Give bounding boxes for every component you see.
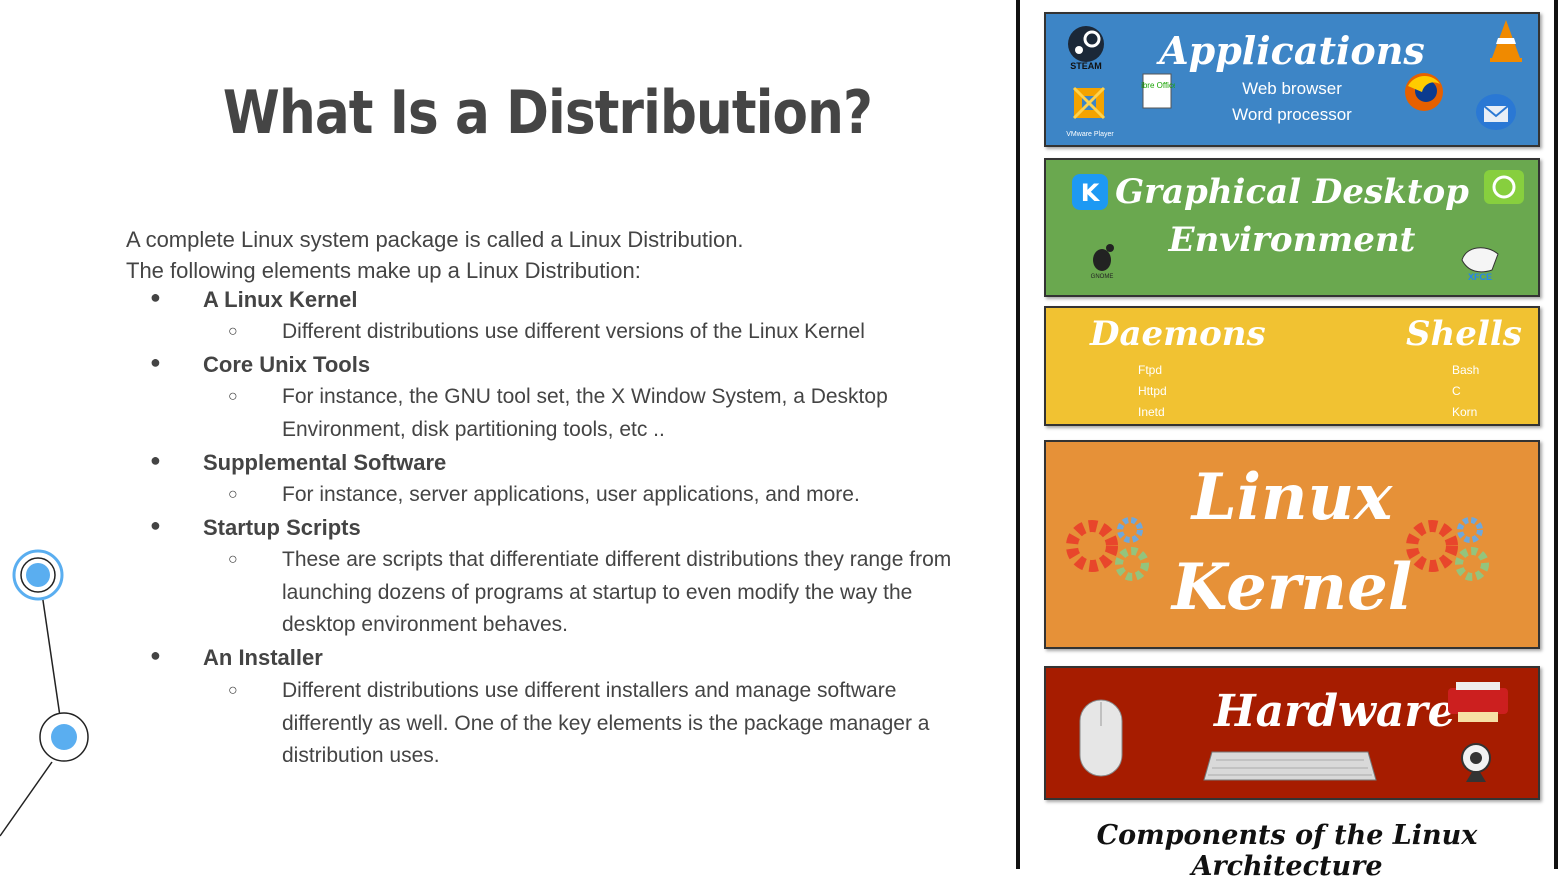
mint-icon xyxy=(1484,170,1524,204)
sub-item-text: desktop environment behaves. xyxy=(282,613,569,636)
shell-item: Korn xyxy=(1452,405,1478,419)
applications-layer: Applications Web browser Word processor … xyxy=(1044,12,1540,147)
sub-item-text: distribution uses. xyxy=(282,744,440,767)
kde-icon: K xyxy=(1072,174,1108,210)
sub-bullet-glyph: ○ xyxy=(228,682,238,699)
shells-list: Bash C Korn xyxy=(1452,360,1479,423)
hardware-title: Hardware xyxy=(1214,686,1456,737)
steam-icon-label: STEAM xyxy=(1070,61,1102,70)
gnome-icon-label: GNOME xyxy=(1091,274,1114,280)
intro-text: A complete Linux system package is calle… xyxy=(126,224,986,286)
sub-bullet-glyph: ○ xyxy=(228,486,238,503)
firefox-icon xyxy=(1405,73,1443,111)
bullet-glyph: ● xyxy=(150,515,161,535)
gears-icon xyxy=(1066,517,1149,581)
page-title: What Is a Distribution? xyxy=(222,78,873,148)
sub-item-text: These are scripts that differentiate dif… xyxy=(282,548,952,571)
sub-item-text: For instance, the GNU tool set, the X Wi… xyxy=(282,385,888,408)
daemon-item: Inetd xyxy=(1138,405,1165,419)
bullet-glyph: ● xyxy=(150,287,161,307)
intro-line: A complete Linux system package is calle… xyxy=(126,227,744,252)
xfce-icon: XFCE xyxy=(1461,247,1499,282)
daemons-title: Daemons xyxy=(1090,314,1266,354)
decorative-node-graphic xyxy=(0,549,89,837)
hardware-layer: Hardware xyxy=(1044,666,1540,800)
shell-item: Bash xyxy=(1452,363,1480,377)
sub-item-text: launching dozens of programs at startup … xyxy=(282,580,913,604)
desktop-environment-layer: Graphical Desktop Environment K GNOME XF… xyxy=(1044,158,1540,297)
bullet-glyph: ● xyxy=(150,450,161,470)
xfce-icon-label: XFCE xyxy=(1468,272,1492,282)
sub-item-text: Environment, disk partitioning tools, et… xyxy=(282,417,665,441)
sub-bullet-glyph: ○ xyxy=(228,323,238,340)
webcam-icon xyxy=(1461,743,1491,782)
desktop-title-line: Graphical Desktop xyxy=(1115,172,1469,212)
gnome-icon: GNOME xyxy=(1091,244,1114,280)
bullet-glyph: ● xyxy=(150,352,161,372)
daemons-list: Ftpd Httpd Inetd xyxy=(1138,360,1167,423)
node-upper-icon xyxy=(12,549,64,601)
printer-icon xyxy=(1448,682,1508,722)
item-label: An Installer xyxy=(203,645,323,670)
libreoffice-icon: Libre Office xyxy=(1141,73,1175,109)
vmware-icon: VMware Player xyxy=(1066,86,1114,138)
sub-item-text: For instance, server applications, user … xyxy=(282,483,860,506)
mouse-icon xyxy=(1079,699,1123,777)
daemon-item: Httpd xyxy=(1138,384,1167,398)
item-label: Supplemental Software xyxy=(203,450,447,475)
bullet-glyph: ● xyxy=(150,645,161,665)
vlc-icon xyxy=(1490,20,1522,62)
sub-bullet-glyph: ○ xyxy=(228,388,238,405)
thunderbird-icon xyxy=(1476,94,1516,130)
sub-item-text: differently as well. One of the key elem… xyxy=(282,711,930,735)
daemons-shells-layer: Daemons Ftpd Httpd Inetd Shells Bash C K… xyxy=(1044,306,1540,426)
steam-icon: STEAM xyxy=(1068,26,1104,70)
sub-bullet-glyph: ○ xyxy=(228,551,238,568)
shell-item: C xyxy=(1452,384,1461,398)
vmware-icon-label: VMware Player xyxy=(1066,131,1114,138)
item-label: Startup Scripts xyxy=(203,515,361,540)
libreoffice-icon-label: Libre Office xyxy=(1141,81,1175,90)
node-lower-icon xyxy=(39,712,89,762)
architecture-diagram: Applications Web browser Word processor … xyxy=(1016,0,1558,882)
diagram-caption: Components of the Linux Architecture xyxy=(1096,820,1478,882)
sub-item-text: Different distributions use different in… xyxy=(282,679,897,702)
gears-icon xyxy=(1406,517,1489,581)
sub-item-text: Different distributions use different ve… xyxy=(282,320,865,343)
keyboard-icon xyxy=(1203,751,1377,781)
intro-line: The following elements make up a Linux D… xyxy=(126,258,641,283)
applications-title: Applications xyxy=(1159,28,1425,73)
item-label: A Linux Kernel xyxy=(203,287,358,312)
kernel-layer: Linux Kernel xyxy=(1044,440,1540,649)
item-label: Core Unix Tools xyxy=(203,352,371,377)
shells-title: Shells xyxy=(1406,314,1522,354)
svg-text:K: K xyxy=(1081,179,1101,207)
daemon-item: Ftpd xyxy=(1138,363,1163,377)
